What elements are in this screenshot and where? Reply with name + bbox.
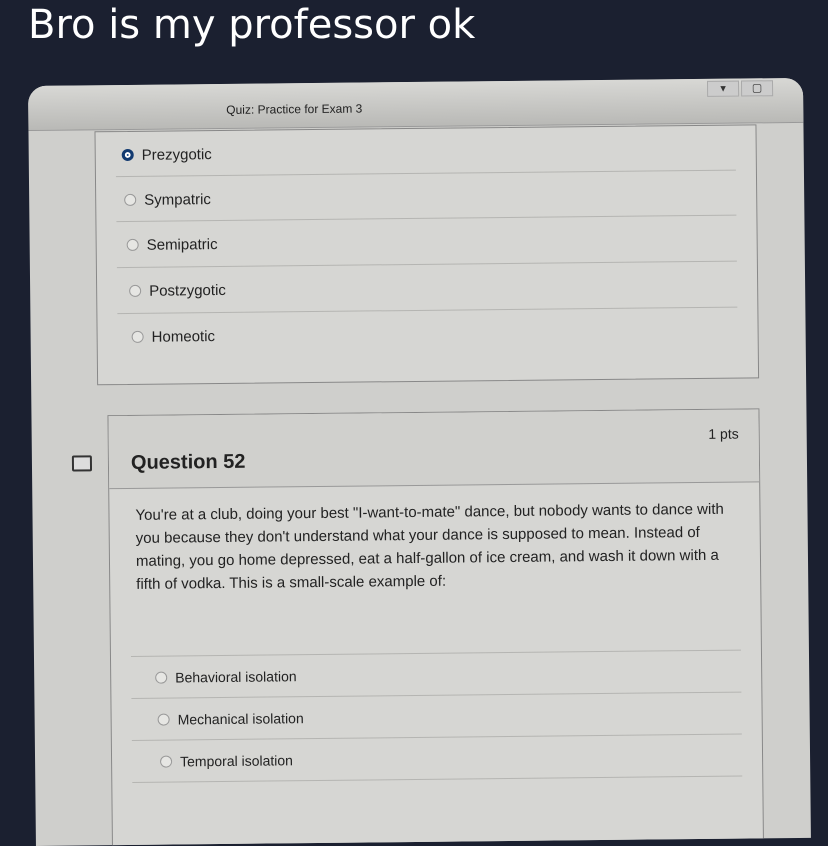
radio-icon[interactable] [155, 671, 168, 684]
question-52-panel: Question 52 1 pts You're at a club, doin… [107, 408, 765, 846]
question-points: 1 pts [708, 425, 739, 442]
option-label: Prezygotic [141, 145, 212, 164]
radio-icon[interactable] [126, 238, 139, 251]
radio-icon[interactable] [160, 755, 173, 768]
quiz-screen: Quiz: Practice for Exam 3 ▾ ▢ Prezygotic… [28, 77, 811, 846]
previous-question-panel: Prezygotic Sympatric Semipatric Postzygo… [94, 124, 760, 386]
answer-mechanical-isolation[interactable]: Mechanical isolation [157, 710, 304, 728]
answer-label: Behavioral isolation [175, 668, 297, 686]
answer-behavioral-isolation[interactable]: Behavioral isolation [155, 668, 297, 685]
question-title: Question 52 [130, 450, 246, 474]
option-postzygotic[interactable]: Postzygotic [129, 277, 226, 304]
option-semipatric[interactable]: Semipatric [126, 231, 218, 258]
answer-label: Temporal isolation [179, 752, 294, 770]
radio-selected-icon[interactable] [121, 148, 134, 162]
window-icon[interactable]: ▢ [740, 80, 774, 97]
radio-icon[interactable] [124, 193, 137, 206]
question-header: Question 52 1 pts [108, 409, 760, 490]
quiz-title: Quiz: Practice for Exam 3 [226, 101, 363, 117]
flag-question-icon[interactable] [71, 455, 93, 472]
option-label: Sympatric [144, 190, 211, 209]
dropdown-icon[interactable]: ▾ [706, 80, 740, 97]
option-homeotic[interactable]: Homeotic [131, 323, 215, 350]
option-label: Homeotic [151, 327, 216, 346]
radio-icon[interactable] [131, 330, 144, 343]
option-label: Semipatric [146, 235, 218, 254]
option-sympatric[interactable]: Sympatric [124, 186, 211, 213]
radio-icon[interactable] [157, 713, 170, 726]
answer-temporal-isolation[interactable]: Temporal isolation [160, 752, 293, 769]
answer-label: Mechanical isolation [177, 710, 304, 728]
option-prezygotic[interactable]: Prezygotic [121, 141, 212, 168]
option-label: Postzygotic [149, 281, 226, 300]
radio-icon[interactable] [129, 284, 142, 297]
meme-caption: Bro is my professor ok [28, 2, 476, 48]
question-text: You're at a club, doing your best "I-wan… [135, 500, 724, 593]
quiz-header-bar: Quiz: Practice for Exam 3 ▾ ▢ [28, 77, 804, 131]
